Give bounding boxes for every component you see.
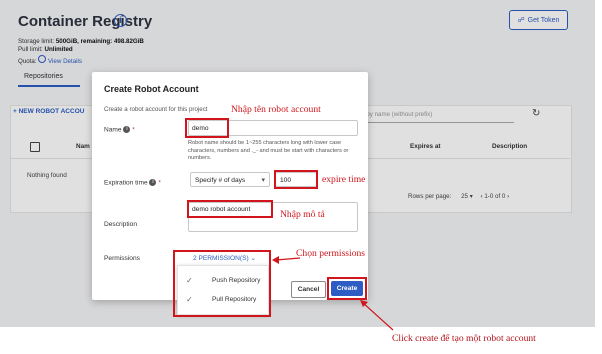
annotation-description: Nhập mô tả: [280, 209, 325, 220]
annotation-name: Nhập tên robot account: [231, 104, 321, 115]
annotation-create: Click create để tạo một robot account: [392, 333, 536, 344]
annotation-permissions: Chọn permissions: [296, 248, 366, 259]
annotation-expire: expire time: [322, 174, 366, 185]
arrow-create: [361, 301, 394, 331]
arrow-head-permissions: [272, 256, 279, 264]
annotation-arrows: [272, 256, 394, 331]
